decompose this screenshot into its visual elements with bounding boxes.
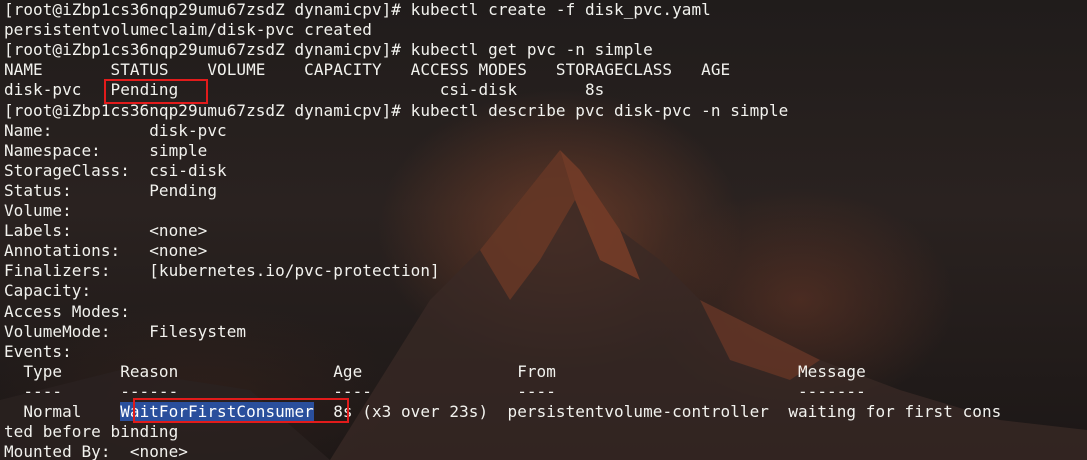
terminal-line: Type Reason Age From Message [4,361,866,381]
terminal-line: disk-pvc Pending csi-disk 8s [4,80,605,100]
terminal-line: [root@iZbp1cs36nqp29umu67zsdZ dynamicpv]… [4,40,653,60]
status-highlight-box [104,79,208,104]
terminal-line: Status: Pending [4,180,218,200]
terminal-line: StorageClass: csi-disk [4,160,227,180]
terminal-line: NAME STATUS VOLUME CAPACITY ACCESS MODES… [4,60,731,80]
terminal-line: ted before binding [4,422,179,442]
terminal-line: Mounted By: <none> [4,442,188,460]
event-row-rest: 8s (x3 over 23s) persistentvolume-contro… [313,402,1002,421]
terminal-line: Events: [4,341,72,361]
terminal-line: Volume: [4,201,72,220]
terminal-line: Access Modes: [4,301,130,321]
terminal-line: Labels: <none> [4,221,208,241]
terminal-window[interactable]: [root@iZbp1cs36nqp29umu67zsdZ dynamicpv]… [0,0,1087,460]
terminal-line: Finalizers: [kubernetes.io/pvc-protectio… [4,261,440,281]
terminal-line: VolumeMode: Filesystem [4,321,247,341]
terminal-line: Name: disk-pvc [4,120,227,140]
reason-highlight-box [133,398,349,423]
terminal-line: Capacity: [4,281,92,301]
terminal-line: persistentvolumeclaim/disk-pvc created [4,20,372,40]
terminal-line: [root@iZbp1cs36nqp29umu67zsdZ dynamicpv]… [4,0,711,19]
pvc-row-rest: csi-disk 8s [178,80,605,100]
terminal-line: Namespace: simple [4,140,208,160]
terminal-line: Annotations: <none> [4,241,208,261]
